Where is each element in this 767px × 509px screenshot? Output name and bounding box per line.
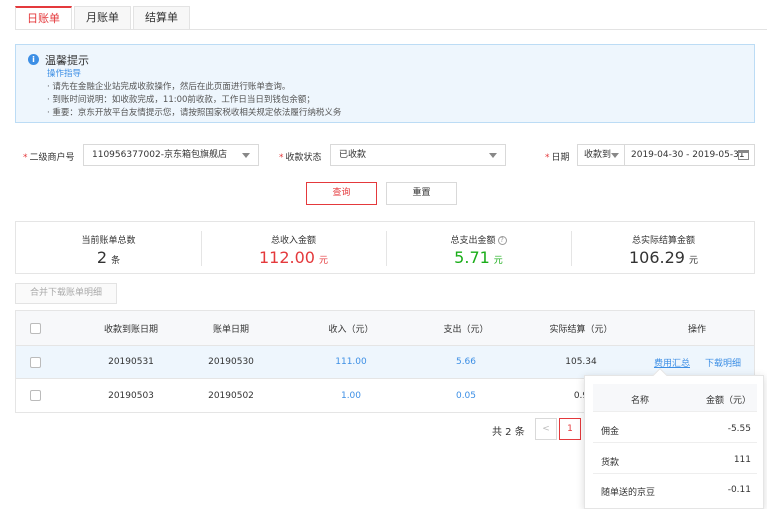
notice-panel: i 温馨提示 操作指导 · 请先在金融企业站完成收款操作，然后在此页面进行账单查… xyxy=(15,44,755,123)
col-settlement: 实际结算（元） xyxy=(549,324,613,335)
tab-monthly-bill[interactable]: 月账单 xyxy=(74,6,131,29)
summary-label: 总实际结算金额 xyxy=(631,236,695,246)
pagination-total: 共 2 条 xyxy=(492,427,525,438)
date-type-select[interactable]: 收款到 xyxy=(577,144,625,166)
summary-value: 5.71 元 xyxy=(454,248,503,267)
popover-header: 名称 金额（元） xyxy=(593,384,757,412)
cell-income: 111.00 xyxy=(335,357,367,367)
chevron-down-icon xyxy=(242,153,250,158)
chevron-down-icon xyxy=(489,153,497,158)
summary-label: 总支出金额? xyxy=(386,233,571,246)
col-income: 收入（元） xyxy=(328,324,374,335)
cell-recv-date: 20190531 xyxy=(108,357,154,367)
page-button[interactable]: 1 xyxy=(559,418,581,440)
question-icon[interactable]: ? xyxy=(497,236,507,245)
chevron-down-icon xyxy=(611,153,619,158)
col-expense: 支出（元） xyxy=(443,324,489,335)
fee-summary-popover: 名称 金额（元） 佣金 -5.55 货款 111 随单送的京豆 -0.11 xyxy=(584,367,764,509)
date-label: * 日期 xyxy=(545,153,570,163)
required-mark: * xyxy=(545,153,550,163)
merchant-label: * 二级商户号 xyxy=(23,153,75,163)
cell-bill-date: 20190530 xyxy=(208,357,254,367)
bill-summary: 当前账单总数 2条 总收入金额 112.00 元 总支出金额? 5.71 元 总实际… xyxy=(15,221,755,274)
cell-bill-date: 20190502 xyxy=(208,390,254,401)
tab-daily-bill[interactable]: 日账单 xyxy=(15,6,72,30)
reset-button[interactable]: 重置 xyxy=(386,182,457,205)
notice-title: 温馨提示 xyxy=(45,54,89,67)
query-button[interactable]: 查询 xyxy=(306,182,377,205)
summary-label: 当前账单总数 xyxy=(81,236,136,246)
notice-line: · 重要：京东开放平台友情提示您，请按照国家税收相关规定依法履行纳税义务 xyxy=(47,108,342,118)
popover-row: 货款 111 xyxy=(593,446,757,474)
notice-line: · 到账时间说明：如收款完成，11:00前收款，工作日当日到钱包余额； xyxy=(47,95,315,105)
summary-value: 2条 xyxy=(96,248,121,267)
cell-expense: 0.05 xyxy=(455,390,477,401)
summary-income: 总收入金额 112.00 元 xyxy=(201,222,386,275)
status-label: * 收款状态 xyxy=(279,153,322,163)
table-header-row: 收款到账日期 账单日期 收入（元） 支出（元） 实际结算（元） 操作 xyxy=(16,311,754,346)
cell-settlement: 105.34 xyxy=(565,357,597,367)
download-detail-link[interactable]: 下载明细 xyxy=(702,346,744,378)
required-mark: * xyxy=(23,153,28,163)
summary-value: 112.00 元 xyxy=(259,248,328,267)
col-recv-date: 收款到账日期 xyxy=(103,324,158,335)
popover-row: 佣金 -5.55 xyxy=(593,415,757,443)
summary-settlement: 总实际结算金额 106.29 元 xyxy=(571,222,756,275)
cell-expense: 5.66 xyxy=(455,357,477,367)
row-checkbox[interactable] xyxy=(28,379,42,412)
merchant-select[interactable]: 110956377002-京东箱包旗舰店 xyxy=(83,144,259,166)
select-all-checkbox[interactable] xyxy=(28,311,42,345)
popover-row: 随单送的京豆 -0.11 xyxy=(601,485,751,498)
summary-value: 106.29 元 xyxy=(629,248,698,267)
cell-recv-date: 20190503 xyxy=(108,390,154,401)
operation-guide-link[interactable]: 操作指导 xyxy=(47,67,81,79)
prev-page-button[interactable]: < xyxy=(535,418,557,440)
date-range-input[interactable]: 2019-04-30 - 2019-05-31 xyxy=(624,144,755,166)
tab-settlement[interactable]: 结算单 xyxy=(133,6,190,29)
col-operation: 操作 xyxy=(687,324,706,335)
notice-line: · 请先在金融企业站完成收款操作，然后在此页面进行账单查询。 xyxy=(47,82,291,92)
tabs-divider xyxy=(15,29,767,30)
summary-label: 总收入金额 xyxy=(270,236,316,246)
row-checkbox[interactable] xyxy=(28,346,42,378)
cell-income: 1.00 xyxy=(340,390,362,401)
summary-expense: 总支出金额? 5.71 元 xyxy=(386,222,571,275)
bill-tabs: 日账单 月账单 结算单 xyxy=(15,6,192,30)
summary-count: 当前账单总数 2条 xyxy=(16,222,201,275)
required-mark: * xyxy=(279,153,284,163)
status-select[interactable]: 已收款 xyxy=(330,144,506,166)
info-icon: i xyxy=(28,54,39,65)
merge-download-button[interactable]: 合并下载账单明细 xyxy=(15,283,117,304)
col-bill-date: 账单日期 xyxy=(212,324,249,335)
calendar-icon xyxy=(738,150,749,160)
